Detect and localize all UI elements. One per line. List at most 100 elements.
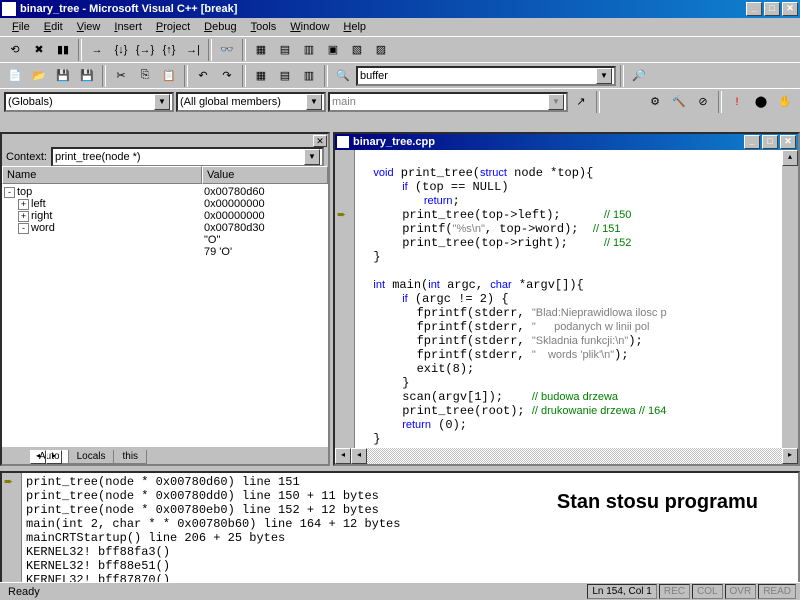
compile-icon[interactable]: ⚙	[644, 91, 666, 113]
watch-window-icon[interactable]: ▦	[250, 39, 272, 61]
tab-scroll-left-icon[interactable]: ◂	[30, 450, 46, 464]
col-value[interactable]: Value	[202, 166, 328, 184]
statusbar: Ready Ln 154, Col 1 REC COL OVR READ	[0, 582, 800, 600]
registers-window-icon[interactable]: ▥	[298, 39, 320, 61]
cut-icon[interactable]: ✂	[110, 65, 132, 87]
main-titlebar: binary_tree - Microsoft Visual C++ [brea…	[0, 0, 800, 18]
tab-this[interactable]: this	[113, 450, 147, 464]
tree-row[interactable]: -top0x00780d60	[4, 186, 326, 198]
callstack-window-icon[interactable]: ▧	[346, 39, 368, 61]
members-combo[interactable]: (All global members) ▼	[176, 92, 326, 112]
watch-tabs: ◂ ▸ Auto Locals this	[2, 446, 328, 464]
exec-pointer-icon: ➨	[337, 208, 346, 222]
undo-icon[interactable]: ↶	[192, 65, 214, 87]
menu-view[interactable]: View	[71, 20, 107, 34]
menu-edit[interactable]: Edit	[38, 20, 69, 34]
breakpoint-icon[interactable]: ⬤	[750, 91, 772, 113]
scope-combo[interactable]: (Globals) ▼	[4, 92, 174, 112]
step-over-icon[interactable]: {→}	[134, 39, 156, 61]
stack-pointer-icon: ➨	[4, 475, 13, 488]
maximize-button[interactable]: □	[764, 2, 780, 16]
save-all-icon[interactable]: 💾	[76, 65, 98, 87]
pane-close-icon[interactable]: ✕	[313, 135, 327, 147]
find-icon[interactable]: 🔎	[628, 65, 650, 87]
tree-row[interactable]: 79 'O'	[4, 246, 326, 258]
menu-project[interactable]: Project	[150, 20, 196, 34]
menu-help[interactable]: Help	[337, 20, 372, 34]
quickwatch-icon[interactable]: 👓	[216, 39, 238, 61]
save-icon[interactable]: 💾	[52, 65, 74, 87]
watch-tree[interactable]: -top0x00780d60+left0x00000000+right0x000…	[2, 184, 328, 446]
copy-icon[interactable]: ⎘	[134, 65, 156, 87]
app-icon	[2, 2, 16, 16]
context-label: Context:	[6, 151, 47, 163]
open-file-icon[interactable]: 📂	[28, 65, 50, 87]
status-rec: REC	[659, 584, 690, 599]
tree-expander-icon[interactable]: -	[4, 187, 15, 198]
tree-row[interactable]: -word0x00780d30	[4, 222, 326, 234]
break-icon[interactable]: ▮▮	[52, 39, 74, 61]
stop-debug-icon[interactable]: ✖	[28, 39, 50, 61]
status-server: OVR	[725, 584, 757, 599]
redo-icon[interactable]: ↷	[216, 65, 238, 87]
menu-file[interactable]: File	[6, 20, 36, 34]
restart-icon[interactable]: ⟲	[4, 39, 26, 61]
code-minimize-button[interactable]: _	[744, 135, 760, 149]
code-gutter: ➨	[335, 150, 355, 448]
status-ready: Ready	[4, 585, 585, 599]
window-title: binary_tree - Microsoft Visual C++ [brea…	[20, 3, 237, 15]
step-out-icon[interactable]: {↑}	[158, 39, 180, 61]
tab-scroll-right-icon[interactable]: ▸	[46, 450, 62, 464]
code-editor[interactable]: ➨ void print_tree(struct node *top){ if …	[335, 150, 782, 448]
watch-columns: Name Value	[2, 166, 328, 184]
stop-build-icon[interactable]: ⊘	[692, 91, 714, 113]
menu-insert[interactable]: Insert	[108, 20, 148, 34]
find-in-files-icon[interactable]: 🔍	[332, 65, 354, 87]
code-maximize-button[interactable]: □	[762, 135, 778, 149]
tree-expander-icon[interactable]: +	[18, 211, 29, 222]
context-combo[interactable]: print_tree(node *) ▼	[51, 147, 324, 167]
run-to-cursor-icon[interactable]: →|	[182, 39, 204, 61]
tree-row[interactable]: +left0x00000000	[4, 198, 326, 210]
tree-expander-icon[interactable]: +	[18, 199, 29, 210]
step-into-icon[interactable]: {↓}	[110, 39, 132, 61]
output-icon[interactable]: ▤	[274, 65, 296, 87]
find-combo[interactable]: buffer ▼	[356, 66, 616, 86]
combo-dropdown-icon[interactable]: ▼	[596, 68, 612, 84]
show-next-icon[interactable]: →	[86, 39, 108, 61]
close-button[interactable]: ✕	[782, 2, 798, 16]
col-name[interactable]: Name	[2, 166, 202, 184]
function-combo[interactable]: main ▼	[328, 92, 568, 112]
window-list-icon[interactable]: ▥	[298, 65, 320, 87]
callstack-gutter: ➨	[2, 473, 22, 589]
goto-def-icon[interactable]: ↗	[570, 91, 592, 113]
minimize-button[interactable]: _	[746, 2, 762, 16]
tab-locals[interactable]: Locals	[68, 450, 115, 464]
status-read: READ	[758, 584, 796, 599]
status-col: COL	[692, 584, 723, 599]
menu-window[interactable]: Window	[284, 20, 335, 34]
build-icon[interactable]: 🔨	[668, 91, 690, 113]
code-pane: binary_tree.cpp _ □ ✕ ➨ void print_tree(…	[333, 132, 800, 466]
tree-row[interactable]: +right0x00000000	[4, 210, 326, 222]
memory-window-icon[interactable]: ▣	[322, 39, 344, 61]
go-icon[interactable]: !	[726, 91, 748, 113]
tree-row[interactable]: "O"	[4, 234, 326, 246]
code-scrollbar-v[interactable]: ▴	[782, 150, 798, 448]
hand-icon[interactable]: ✋	[774, 91, 796, 113]
workspace-icon[interactable]: ▦	[250, 65, 272, 87]
code-close-button[interactable]: ✕	[780, 135, 796, 149]
code-file-title: binary_tree.cpp	[353, 136, 435, 148]
variables-window-icon[interactable]: ▤	[274, 39, 296, 61]
tree-expander-icon[interactable]: -	[18, 223, 29, 234]
status-position: Ln 154, Col 1	[587, 584, 657, 599]
menu-debug[interactable]: Debug	[198, 20, 242, 34]
paste-icon[interactable]: 📋	[158, 65, 180, 87]
code-scrollbar-h[interactable]: ◂◂▸	[335, 448, 798, 464]
standard-toolbar: 📄 📂 💾 💾 ✂ ⎘ 📋 ↶ ↷ ▦ ▤ ▥ 🔍 buffer ▼ 🔎	[0, 62, 800, 88]
new-file-icon[interactable]: 📄	[4, 65, 26, 87]
menu-tools[interactable]: Tools	[245, 20, 283, 34]
disassembly-window-icon[interactable]: ▨	[370, 39, 392, 61]
callstack-pane[interactable]: ➨ print_tree(node * 0x00780d60) line 151…	[0, 471, 800, 591]
debug-toolbar: ⟲ ✖ ▮▮ → {↓} {→} {↑} →| 👓 ▦ ▤ ▥ ▣ ▧ ▨	[0, 36, 800, 62]
